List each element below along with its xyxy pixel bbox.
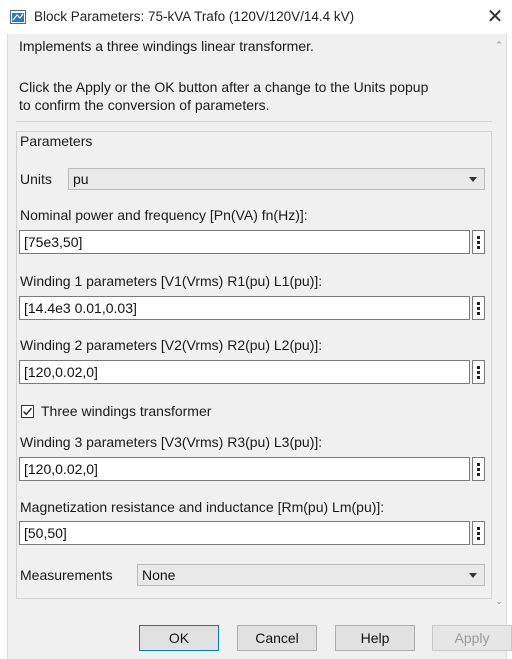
winding1-field[interactable]: [14.4e3 0.01,0.03]: [19, 296, 470, 320]
winding2-more-button[interactable]: [472, 360, 485, 384]
vertical-scrollbar[interactable]: ⌃ ⌄: [492, 34, 506, 610]
measurements-value: None: [142, 567, 176, 583]
close-icon[interactable]: ✕: [478, 0, 512, 34]
magnetization-label: Magnetization resistance and inductance …: [20, 499, 385, 515]
measurements-dropdown[interactable]: None: [137, 564, 485, 586]
chevron-down-icon: [469, 573, 477, 578]
winding2-field[interactable]: [120,0.02,0]: [19, 360, 470, 384]
button-bar: OK Cancel Help Apply: [7, 610, 512, 659]
winding1-more-button[interactable]: [472, 296, 485, 320]
winding1-label: Winding 1 parameters [V1(Vrms) R1(pu) L1…: [20, 273, 323, 289]
measurements-label: Measurements: [20, 567, 113, 583]
three-windings-checkbox[interactable]: [21, 405, 34, 418]
winding3-label: Winding 3 parameters [V3(Vrms) R3(pu) L3…: [20, 434, 323, 450]
window-title: Block Parameters: 75-kVA Trafo (120V/120…: [34, 9, 355, 24]
title-bar: Block Parameters: 75-kVA Trafo (120V/120…: [0, 0, 512, 34]
units-dropdown[interactable]: pu: [68, 168, 485, 190]
scroll-down-icon[interactable]: ⌄: [492, 594, 506, 608]
dialog-content: Implements a three windings linear trans…: [7, 34, 507, 610]
magnetization-field[interactable]: [50,50]: [19, 521, 470, 545]
winding2-label: Winding 2 parameters [V2(Vrms) R2(pu) L2…: [20, 337, 323, 353]
description-note-line2: to confirm the conversion of parameters.: [19, 97, 270, 113]
parameters-group-title: Parameters: [18, 133, 95, 149]
checkmark-icon: [23, 407, 33, 416]
nominal-power-field[interactable]: [75e3,50]: [19, 230, 470, 254]
winding3-more-button[interactable]: [472, 457, 485, 481]
nominal-power-label: Nominal power and frequency [Pn(VA) fn(H…: [20, 207, 308, 223]
units-label: Units: [20, 171, 52, 187]
apply-button[interactable]: Apply: [432, 625, 512, 651]
three-windings-label: Three windings transformer: [41, 403, 212, 419]
magnetization-more-button[interactable]: [472, 521, 485, 545]
scroll-up-icon[interactable]: ⌃: [492, 38, 506, 52]
help-button[interactable]: Help: [335, 625, 415, 651]
simulink-block-icon: [10, 9, 26, 25]
description-text: Implements a three windings linear trans…: [19, 38, 314, 54]
winding3-field[interactable]: [120,0.02,0]: [19, 457, 470, 481]
ok-button[interactable]: OK: [139, 625, 219, 651]
units-value: pu: [73, 171, 89, 187]
cancel-button[interactable]: Cancel: [237, 625, 317, 651]
chevron-down-icon: [469, 177, 477, 182]
description-divider: [16, 121, 492, 122]
nominal-power-more-button[interactable]: [472, 230, 485, 254]
description-note-line1: Click the Apply or the OK button after a…: [19, 79, 429, 95]
